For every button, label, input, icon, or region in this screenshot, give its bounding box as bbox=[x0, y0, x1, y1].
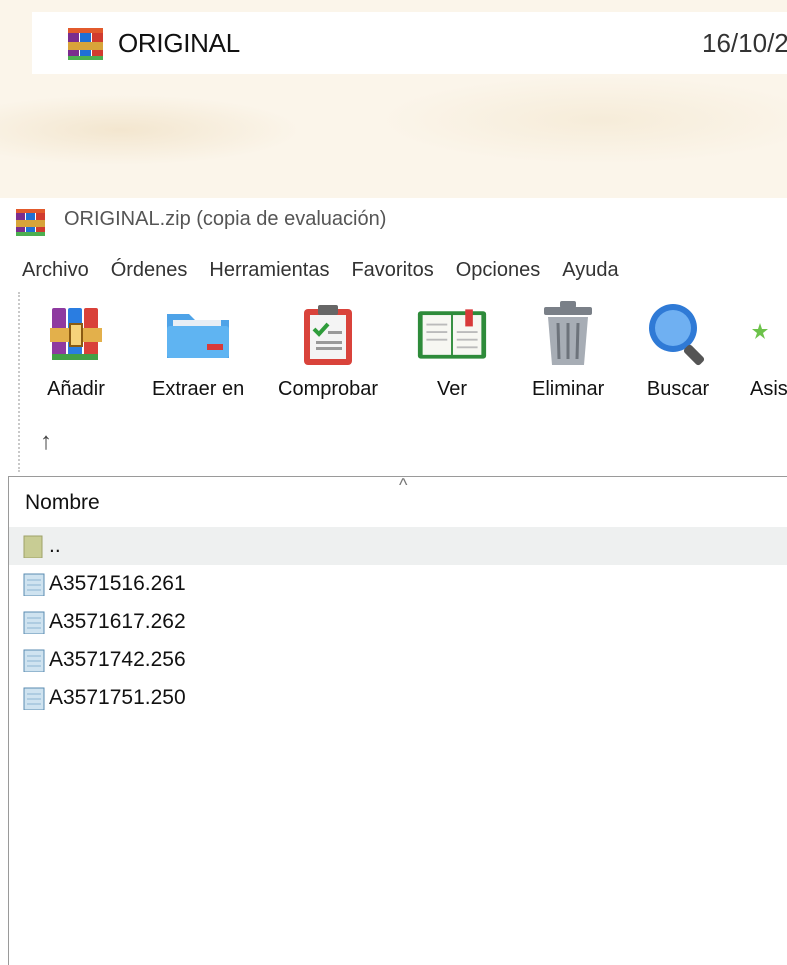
title-bar: ORIGINAL.zip (copia de evaluación) bbox=[0, 198, 787, 242]
menu-favoritos[interactable]: Favoritos bbox=[351, 259, 433, 282]
menu-bar: Archivo Órdenes Herramientas Favoritos O… bbox=[0, 254, 787, 286]
desktop-file-name: ORIGINAL bbox=[118, 28, 240, 58]
menu-archivo[interactable]: Archivo bbox=[22, 259, 89, 282]
delete-button[interactable]: Eliminar bbox=[532, 298, 604, 408]
file-row[interactable]: A3571751.250 bbox=[9, 679, 787, 717]
column-header-name[interactable]: Nombre bbox=[25, 491, 100, 515]
file-name: A3571516.261 bbox=[49, 572, 186, 595]
parent-folder-row[interactable]: .. bbox=[9, 527, 787, 565]
extract-button[interactable]: Extraer en bbox=[152, 298, 244, 408]
find-button[interactable]: Buscar bbox=[642, 298, 714, 408]
file-name: A3571742.256 bbox=[49, 648, 186, 671]
toolbar: Añadir Extraer en Comprobar Ver Eliminar… bbox=[18, 292, 787, 472]
find-label: Buscar bbox=[646, 378, 710, 400]
column-header-row: Nombre ^ bbox=[9, 475, 787, 523]
folder-extract-icon bbox=[162, 298, 234, 370]
delete-label: Eliminar bbox=[532, 378, 605, 400]
parent-folder-name: .. bbox=[49, 534, 61, 557]
menu-ordenes[interactable]: Órdenes bbox=[111, 259, 188, 282]
clipboard-check-icon bbox=[292, 298, 364, 370]
winrar-title-icon bbox=[14, 208, 48, 243]
extract-label: Extraer en bbox=[152, 378, 245, 400]
add-button[interactable]: Añadir bbox=[40, 298, 112, 408]
book-view-icon bbox=[416, 298, 488, 370]
file-icon bbox=[23, 648, 45, 673]
magnifier-icon bbox=[642, 298, 714, 370]
desktop-file-date: 16/10/2 bbox=[702, 28, 787, 58]
view-button[interactable]: Ver bbox=[416, 298, 488, 408]
winrar-window: ORIGINAL.zip (copia de evaluación) Archi… bbox=[0, 198, 787, 965]
test-button[interactable]: Comprobar bbox=[278, 298, 378, 408]
file-row[interactable]: A3571742.256 bbox=[9, 641, 787, 679]
view-label: Ver bbox=[436, 378, 468, 400]
menu-herramientas[interactable]: Herramientas bbox=[209, 259, 329, 282]
file-icon bbox=[23, 610, 45, 635]
wizard-button[interactable]: Asis bbox=[750, 298, 787, 408]
file-rows: .. A3571516.261 A3571617.262 A3571742.25… bbox=[9, 527, 787, 717]
desktop-file-row[interactable]: ORIGINAL 16/10/2 bbox=[32, 12, 787, 74]
folder-icon bbox=[23, 534, 45, 559]
test-label: Comprobar bbox=[278, 378, 379, 400]
wizard-icon bbox=[750, 298, 787, 370]
menu-opciones[interactable]: Opciones bbox=[456, 259, 541, 282]
file-row[interactable]: A3571617.262 bbox=[9, 603, 787, 641]
file-icon bbox=[23, 686, 45, 711]
winrar-icon bbox=[66, 26, 106, 67]
file-name: A3571751.250 bbox=[49, 686, 186, 709]
up-arrow-icon[interactable]: ↑ bbox=[40, 428, 52, 456]
file-name: A3571617.262 bbox=[49, 610, 186, 633]
add-label: Añadir bbox=[47, 378, 105, 400]
menu-ayuda[interactable]: Ayuda bbox=[562, 259, 618, 282]
file-icon bbox=[23, 572, 45, 597]
wizard-label: Asis bbox=[750, 378, 787, 400]
file-row[interactable]: A3571516.261 bbox=[9, 565, 787, 603]
sort-indicator-icon: ^ bbox=[399, 475, 408, 495]
window-title: ORIGINAL.zip (copia de evaluación) bbox=[64, 208, 387, 230]
trash-icon bbox=[532, 298, 604, 370]
file-list: Nombre ^ .. A3571516.261 A3571617.262 A3… bbox=[8, 475, 787, 965]
books-add-icon bbox=[40, 298, 112, 370]
